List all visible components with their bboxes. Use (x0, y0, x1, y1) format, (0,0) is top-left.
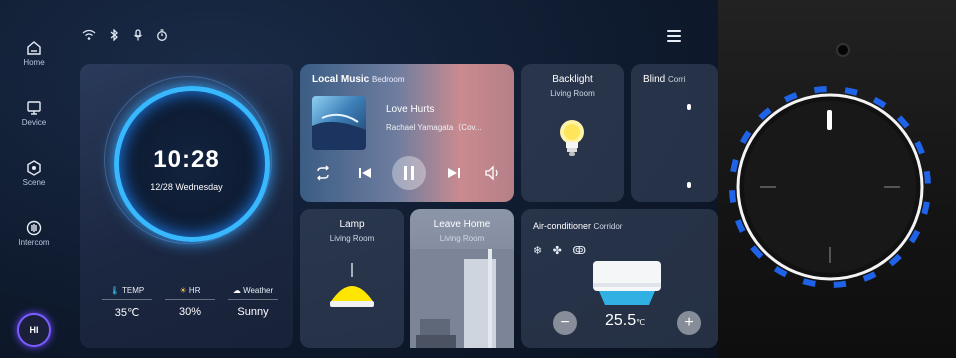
thermometer-icon: 🌡 (109, 286, 120, 295)
air-conditioner-card[interactable]: Air-conditioner Corridor ❄ ✤ ↂ − 25.5℃ + (521, 209, 718, 348)
airflow-icon[interactable]: ↂ (572, 245, 586, 257)
ac-mode-icons: ❄ ✤ ↂ (533, 241, 593, 257)
blind-title: Blind (643, 74, 666, 85)
snowflake-icon[interactable]: ❄ (533, 245, 542, 257)
sidebar-item-label: Scene (22, 178, 46, 187)
menu-icon[interactable] (667, 30, 681, 42)
blind-slider-icon (687, 104, 691, 110)
light-bulb-icon (557, 118, 587, 167)
weather-condition: ☁ Weather Sunny (222, 286, 284, 318)
weather-hr-value: 30% (178, 306, 202, 318)
weather-stats: 🌡 TEMP 35℃ ☀ HR 30% ☁ Weather Sunny (96, 286, 284, 336)
lamp-title: Lamp (339, 219, 365, 230)
timer-icon (156, 28, 168, 46)
volume-icon[interactable] (484, 164, 502, 182)
ac-increase-button[interactable]: + (677, 311, 701, 335)
lamp-card[interactable]: Lamp Living Room (300, 209, 404, 348)
doorway-image (410, 249, 514, 353)
weather-condition-value: Sunny (237, 306, 269, 318)
leave-home-title: Leave Home (433, 219, 491, 230)
ac-temperature-value: 25.5 (605, 312, 637, 329)
weather-temp: 🌡 TEMP 35℃ (96, 286, 158, 319)
ac-unit-image (593, 261, 661, 305)
blind-card[interactable]: Blind Corri (631, 64, 718, 202)
leave-home-room: Living Room (439, 234, 485, 243)
clock-weather-card: 10:28 12/28 Wednesday 🌡 TEMP 35℃ ☀ HR 30… (80, 64, 293, 348)
weather-hr: ☀ HR 30% (159, 286, 221, 318)
sidebar-item-intercom[interactable]: Intercom (10, 220, 58, 266)
music-room: Bedroom (372, 75, 405, 84)
ac-decrease-button[interactable]: − (553, 311, 577, 335)
ac-temperature-unit: ℃ (636, 318, 646, 327)
ac-title: Air-conditioner (533, 221, 592, 231)
fan-icon[interactable]: ✤ (553, 245, 562, 257)
blind-slider-handle[interactable] (687, 182, 691, 188)
sidebar-item-scene[interactable]: Scene (10, 160, 58, 206)
sidebar-item-label: Home (23, 58, 45, 67)
weather-temp-label: TEMP (122, 286, 145, 295)
music-card[interactable]: Local Music Bedroom Love Hurts Rachael Y… (300, 64, 514, 202)
song-artist: Rachael Yamagata（Cov... (386, 123, 482, 132)
sidebar-item-label: Intercom (18, 238, 50, 247)
scene-icon (27, 160, 41, 176)
album-art (312, 96, 366, 150)
backlight-card[interactable]: Backlight Living Room (521, 64, 624, 202)
pendant-lamp-icon (326, 263, 378, 318)
wifi-icon (82, 28, 96, 46)
monitor-icon (27, 101, 41, 115)
microphone-icon (133, 28, 143, 46)
bluetooth-icon (109, 28, 119, 46)
home-icon (27, 41, 41, 55)
blind-header: Blind Corri (643, 74, 685, 85)
backlight-room: Living Room (550, 89, 595, 98)
backlight-title: Backlight (552, 74, 593, 85)
voice-assistant-button[interactable]: HI (17, 313, 51, 347)
cloud-icon: ☁ (232, 286, 241, 295)
sidebar: Home Device Scene Intercom HI (0, 0, 68, 358)
ac-temperature: 25.5℃ (605, 312, 645, 330)
status-bar (82, 28, 177, 44)
sidebar-item-device[interactable]: Device (10, 100, 58, 146)
lamp-room: Living Room (329, 234, 375, 243)
clock-date: 12/28 Wednesday (150, 182, 223, 192)
leave-home-scene-card[interactable]: Leave Home Living Room (410, 209, 514, 348)
weather-condition-label: Weather (243, 286, 274, 295)
rotary-dial[interactable] (718, 0, 956, 358)
sidebar-item-home[interactable]: Home (10, 40, 58, 86)
pause-button[interactable] (392, 156, 426, 190)
next-track-icon[interactable] (445, 164, 463, 182)
clock-time: 10:28 (153, 146, 220, 173)
ac-header: Air-conditioner Corridor (533, 221, 622, 231)
repeat-icon[interactable] (314, 164, 332, 182)
humidity-icon: ☀ (179, 286, 187, 295)
weather-hr-label: HR (188, 286, 201, 295)
music-header: Local Music Bedroom (312, 74, 405, 85)
song-title: Love Hurts (386, 104, 435, 115)
previous-track-icon[interactable] (356, 164, 374, 182)
physical-knob-panel (718, 0, 956, 358)
blind-room: Corri (668, 75, 686, 84)
intercom-icon (26, 220, 42, 236)
smart-panel-screen: Home Device Scene Intercom HI 10:28 12/2… (0, 0, 718, 358)
ac-room: Corridor (593, 222, 623, 231)
weather-temp-value: 35℃ (114, 307, 140, 319)
music-title: Local Music (312, 74, 370, 85)
sidebar-item-label: Device (21, 118, 47, 127)
